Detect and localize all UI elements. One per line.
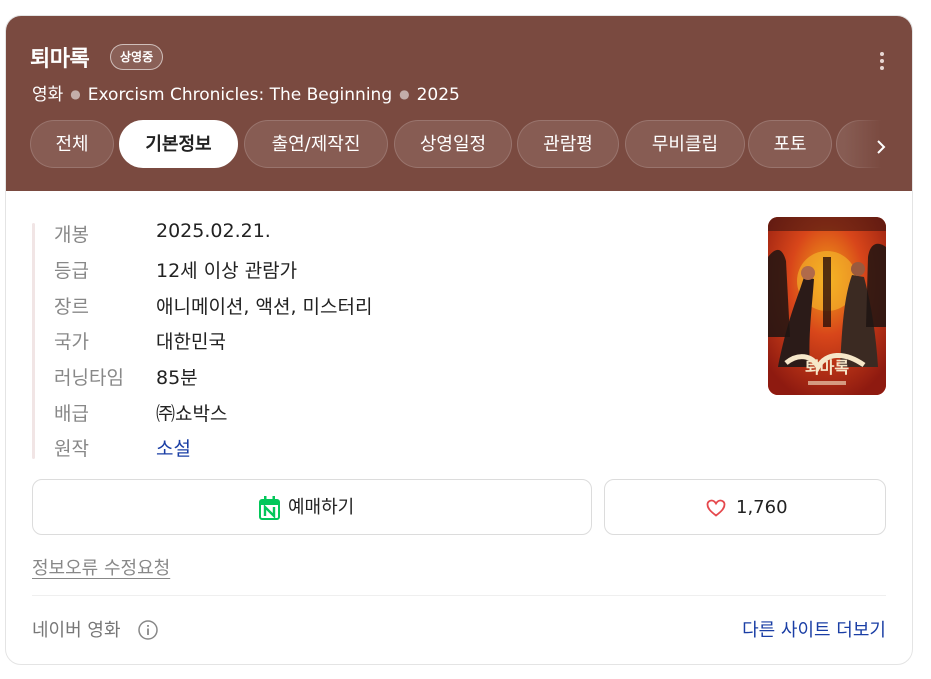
movie-year: 2025	[416, 85, 460, 105]
info-value: 대한민국	[156, 331, 226, 353]
reserve-button[interactable]: 예매하기	[32, 479, 592, 535]
status-badge: 상영중	[110, 44, 164, 70]
like-count: 1,760	[736, 497, 788, 518]
movie-title[interactable]: 퇴마록	[30, 41, 90, 73]
footer-divider	[32, 595, 886, 596]
separator-dot: ●	[70, 87, 81, 101]
tab-reviews[interactable]: 관람평	[517, 120, 619, 168]
info-key: 등급	[54, 260, 89, 282]
tab-cast[interactable]: 출연/제작진	[244, 120, 388, 168]
movie-poster[interactable]: 퇴마록	[768, 217, 886, 395]
tab-all[interactable]: 전체	[30, 120, 114, 168]
report-error-link[interactable]: 정보오류 수정요청	[32, 554, 170, 580]
heart-icon	[706, 499, 726, 517]
info-value: 애니메이션, 액션, 미스터리	[156, 296, 373, 318]
movie-meta: 영화 ● Exorcism Chronicles: The Beginning ● 20…	[32, 80, 460, 105]
chevron-right-icon[interactable]	[874, 140, 888, 154]
movie-card: 퇴마록 상영중 영화 ● Exorcism Chronicles: The Begi…	[5, 15, 913, 665]
naver-calendar-icon	[259, 496, 280, 520]
separator-dot: ●	[399, 87, 410, 101]
tab-movie-clips[interactable]: 무비클립	[625, 120, 745, 168]
source-label: 네이버 영화	[32, 620, 121, 641]
info-accent-bar	[32, 223, 35, 459]
tab-schedule[interactable]: 상영일정	[394, 120, 512, 168]
movie-english-title: Exorcism Chronicles: The Beginning	[87, 85, 393, 105]
poster-artwork: 퇴마록	[768, 217, 886, 395]
like-button[interactable]: 1,760	[604, 479, 886, 535]
tab-basic-info[interactable]: 기본정보	[119, 120, 238, 168]
info-value: ㈜쇼박스	[156, 403, 228, 425]
original-work-link[interactable]: 소설	[156, 434, 191, 461]
movie-header: 퇴마록 상영중 영화 ● Exorcism Chronicles: The Begi…	[6, 16, 912, 191]
more-options-icon[interactable]	[872, 52, 892, 72]
poster-title-text: 퇴마록	[805, 358, 849, 377]
info-value: 2025.02.21.	[156, 220, 271, 242]
info-key: 개봉	[54, 224, 89, 246]
more-sites-link[interactable]: 다른 사이트 더보기	[742, 616, 886, 642]
info-key: 러닝타임	[54, 367, 124, 389]
info-key: 장르	[54, 296, 89, 318]
info-key: 국가	[54, 331, 89, 353]
info-key: 배급	[54, 403, 89, 425]
movie-category: 영화	[32, 85, 64, 105]
reserve-label: 예매하기	[288, 497, 355, 518]
info-value: 12세 이상 관람가	[156, 260, 298, 282]
tab-bar: 전체 기본정보 출연/제작진 상영일정 관람평 무비클립 포토	[6, 120, 912, 170]
info-icon[interactable]	[138, 620, 158, 640]
tab-photos[interactable]: 포토	[748, 120, 832, 168]
info-value: 85분	[156, 367, 198, 389]
info-key: 원작	[54, 438, 89, 460]
